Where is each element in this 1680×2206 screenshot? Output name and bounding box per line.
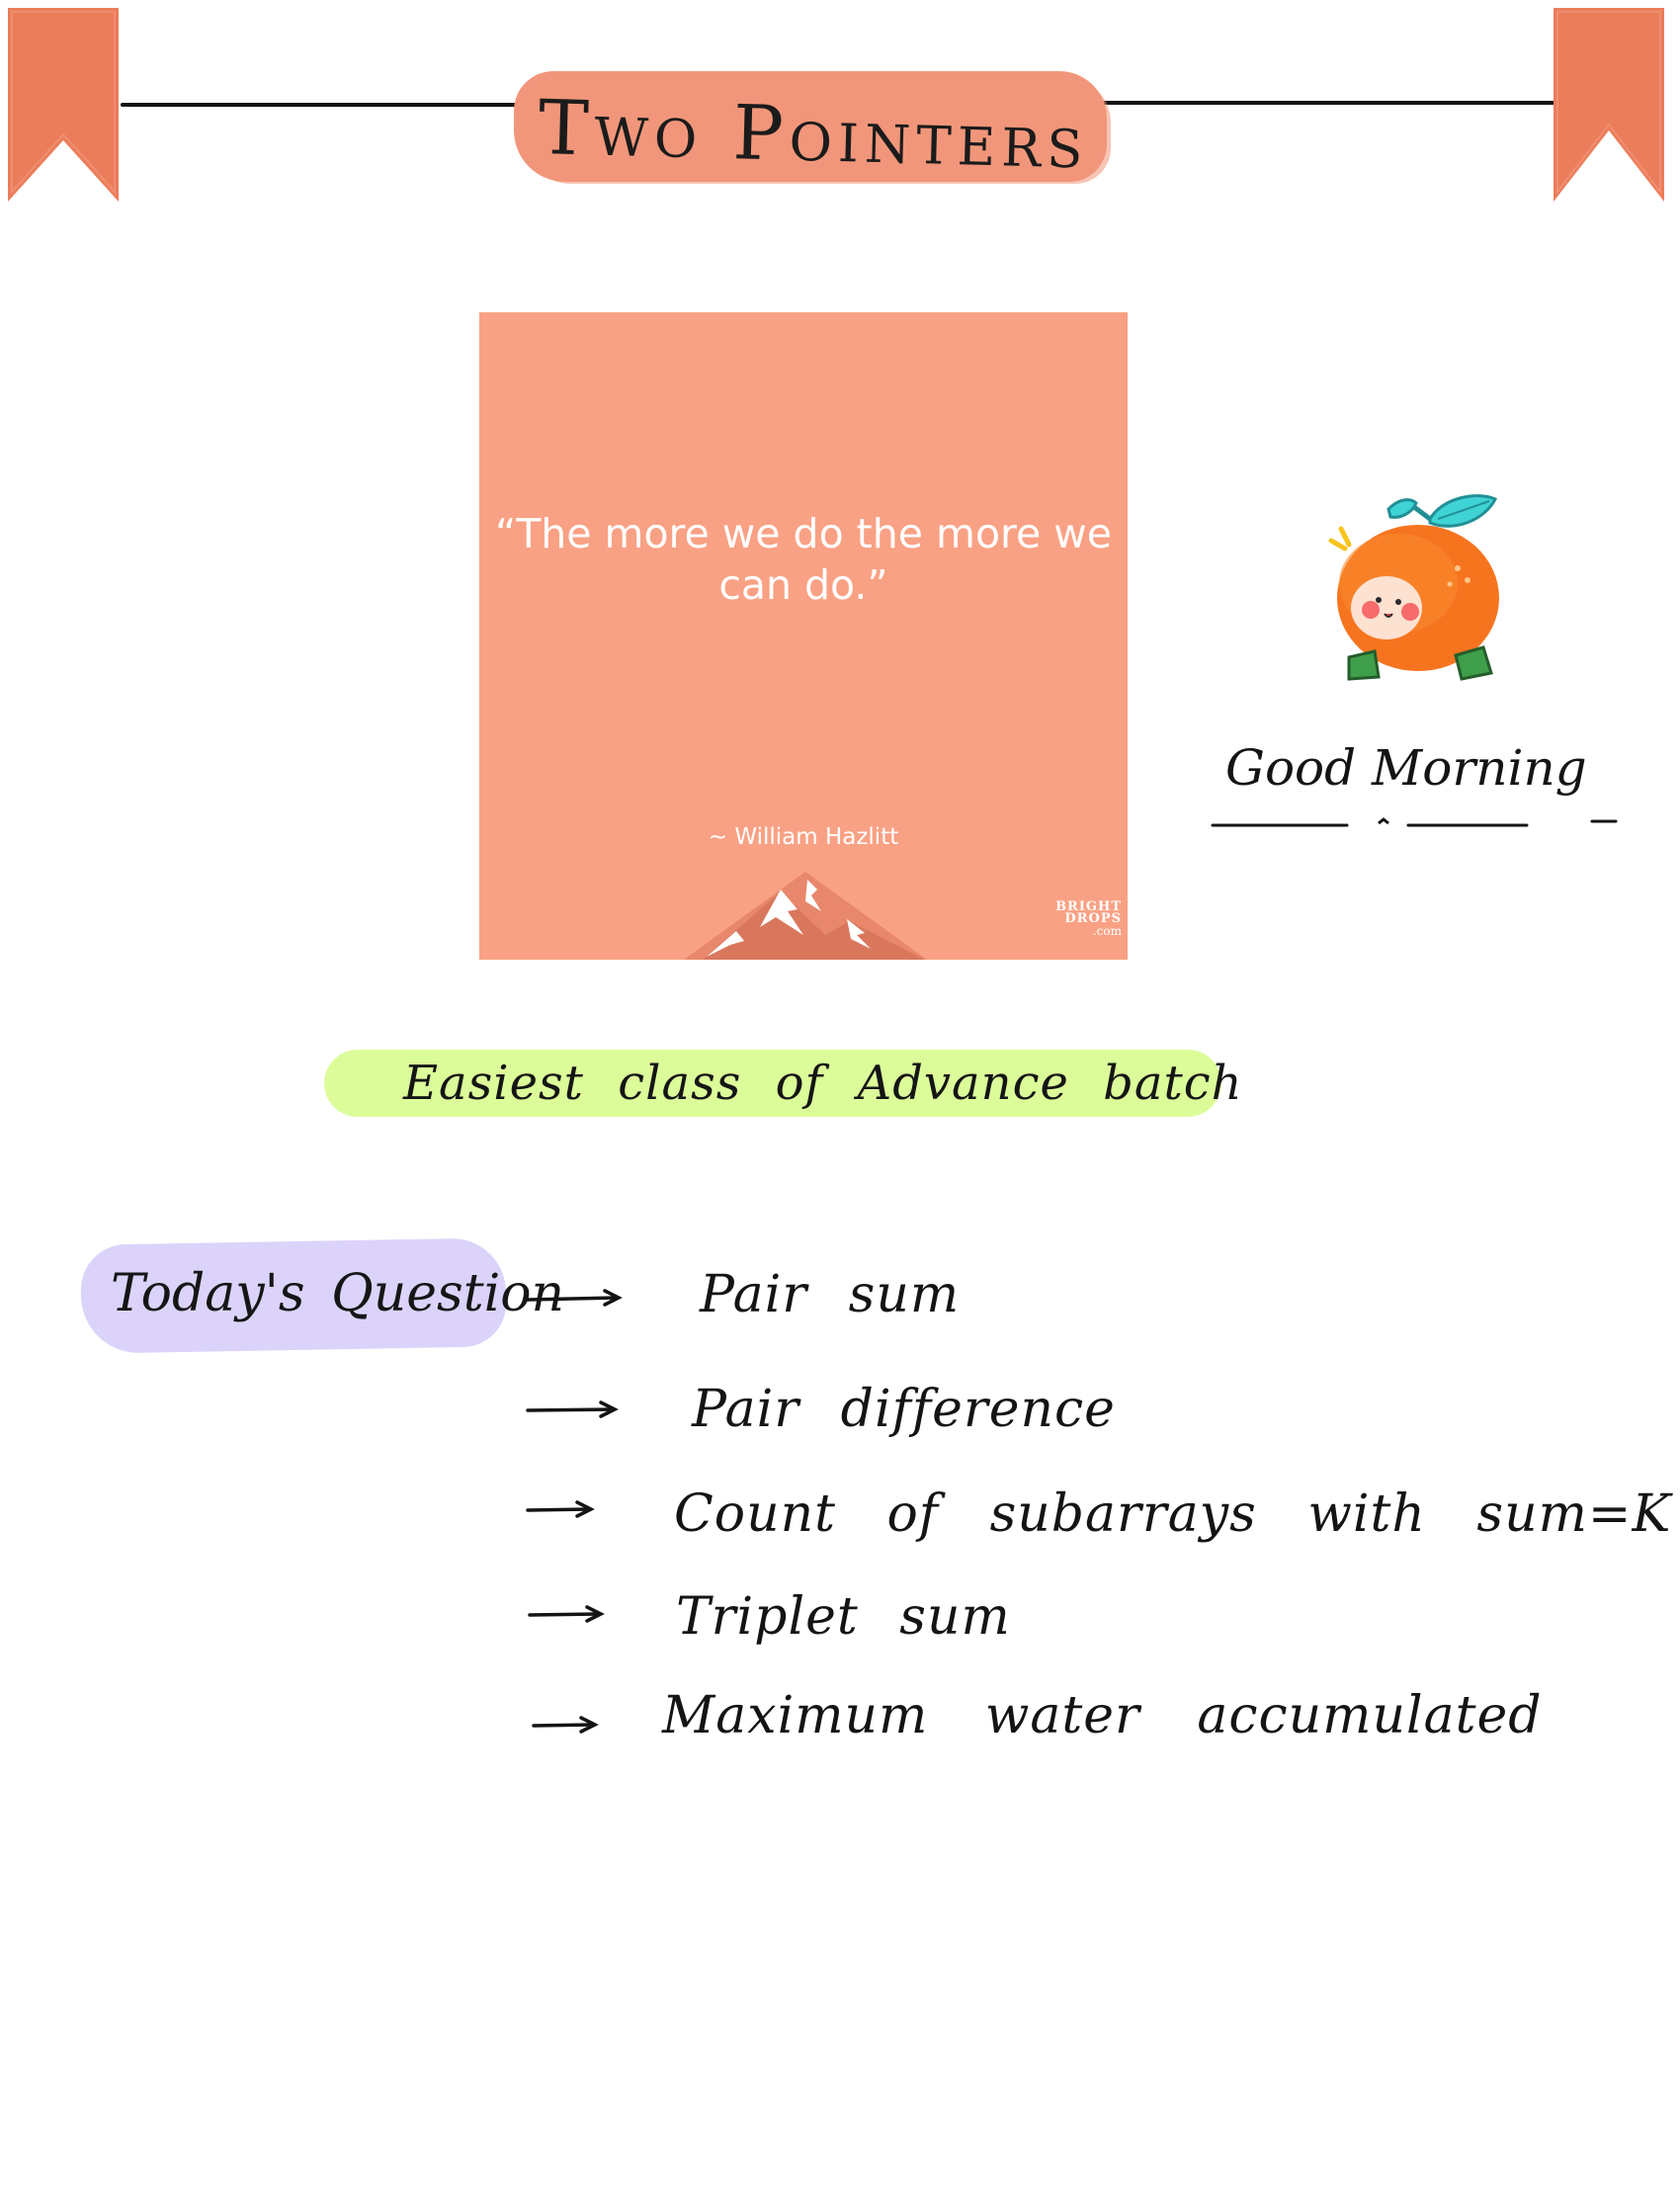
right-arrow-icon (526, 1289, 623, 1307)
question-item: Pair difference (692, 1380, 1116, 1439)
quote-text: “The more we do the more we can do.” (494, 510, 1112, 609)
header-line-left (121, 103, 528, 107)
banner-text: Easiest class of Advance batch (403, 1056, 1243, 1111)
mountain-icon (683, 872, 928, 960)
question-item: Triplet sum (676, 1587, 1011, 1647)
quote-author: ~ William Hazlitt (708, 824, 899, 850)
greeting-underline (1211, 817, 1618, 827)
brand-logo: BRIGHT DROPS .com (1055, 899, 1122, 938)
question-item: Pair sum (700, 1265, 961, 1324)
page-title: Two Pointers (537, 82, 1090, 186)
bookmark-flag-icon (8, 8, 119, 202)
right-arrow-icon (526, 1400, 619, 1418)
bookmark-flag-icon (1554, 8, 1664, 202)
right-arrow-icon (528, 1605, 605, 1623)
right-arrow-icon (532, 1716, 599, 1734)
question-item: Count of subarrays with sum=K (674, 1485, 1672, 1544)
question-label: Today's Question (111, 1264, 565, 1323)
header-line-right (1103, 101, 1559, 105)
orange-character-icon (1328, 494, 1499, 681)
question-item: Maximum water accumulated (662, 1686, 1543, 1745)
quote-card: “The more we do the more we can do.” ~ W… (479, 312, 1128, 960)
right-arrow-icon (526, 1500, 595, 1518)
